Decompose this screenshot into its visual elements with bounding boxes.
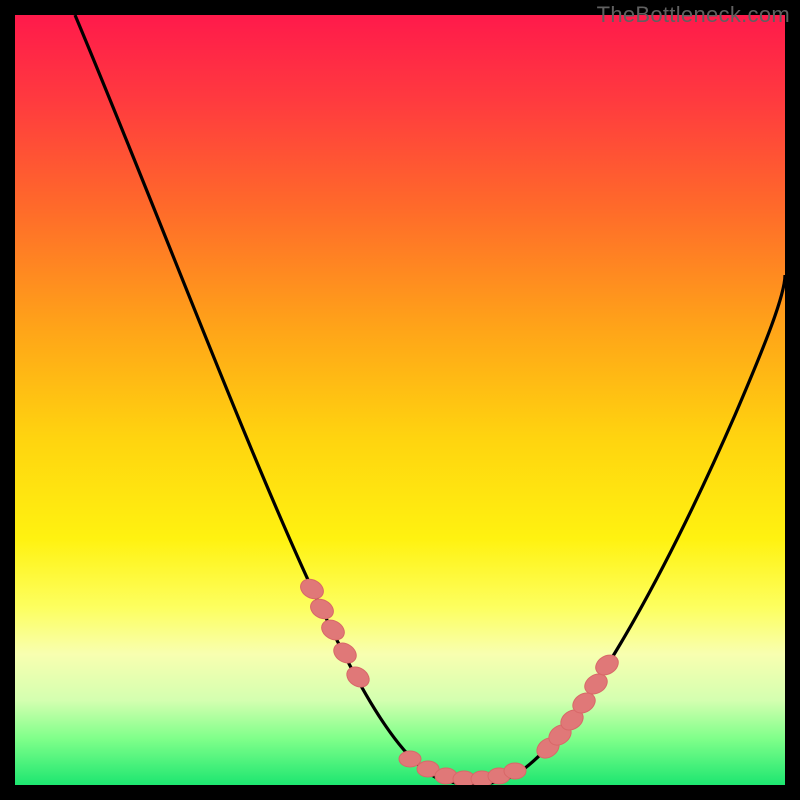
marker-group-right <box>533 651 622 762</box>
chart-plot-area <box>15 15 785 785</box>
chart-frame: TheBottleneck.com <box>0 0 800 800</box>
bottleneck-curve <box>75 15 785 784</box>
marker-group-bottom <box>399 751 526 785</box>
chart-svg <box>15 15 785 785</box>
watermark-text: TheBottleneck.com <box>597 2 790 28</box>
marker-group-left <box>297 575 373 691</box>
